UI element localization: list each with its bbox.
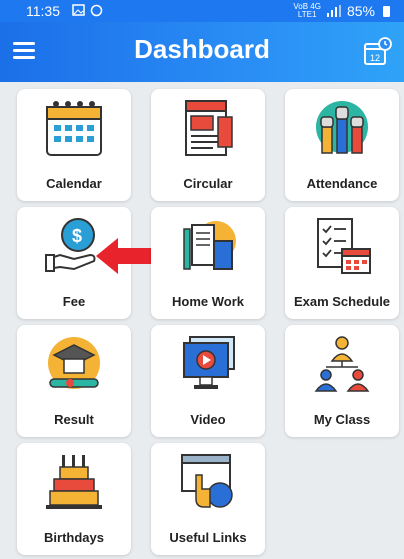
gallery-notification-icon <box>72 4 85 16</box>
tile-home-work[interactable]: Home Work <box>151 207 265 319</box>
useful-links-icon <box>181 454 233 508</box>
tile-label: Fee <box>62 294 86 309</box>
tile-label: Exam Schedule <box>293 294 391 309</box>
birthdays-icon <box>46 455 102 509</box>
tile-label: Birthdays <box>44 530 104 545</box>
battery-icon <box>383 5 390 17</box>
my-class-icon <box>314 336 370 392</box>
tile-label: Calendar <box>46 176 102 191</box>
tile-label: Useful Links <box>169 530 247 545</box>
homework-icon <box>183 221 236 270</box>
svg-text:$: $ <box>72 226 82 246</box>
circular-icon <box>185 100 233 156</box>
tile-label: My Class <box>313 412 371 427</box>
tile-video[interactable]: Video <box>151 325 265 437</box>
tile-label: Attendance <box>306 176 378 191</box>
tile-useful-links[interactable]: Useful Links <box>151 443 265 555</box>
tile-exam-schedule[interactable]: Exam Schedule <box>285 207 399 319</box>
tile-attendance[interactable]: Attendance <box>285 89 399 201</box>
red-annotation-arrow <box>96 238 154 274</box>
page-title: Dashboard <box>134 34 270 64</box>
network-indicator: VoB 4G LTE1 <box>293 2 321 19</box>
tile-calendar[interactable]: Calendar <box>17 89 131 201</box>
tile-label: Circular <box>183 176 233 191</box>
fee-icon: $ <box>45 218 96 272</box>
tile-result[interactable]: Result <box>17 325 131 437</box>
signal-icon <box>326 5 341 17</box>
tile-circular[interactable]: Circular <box>151 89 265 201</box>
whatsapp-notification-icon <box>90 4 103 17</box>
calendar-clock-icon[interactable]: 12 <box>362 36 392 68</box>
notification-icons <box>72 4 103 17</box>
attendance-icon <box>316 101 368 154</box>
exam-schedule-icon <box>317 218 371 274</box>
status-time: 11:35 <box>26 3 60 19</box>
calendar-icon <box>46 101 102 156</box>
result-icon <box>48 337 100 389</box>
tile-my-class[interactable]: My Class <box>285 325 399 437</box>
status-bar: 11:35 VoB 4G LTE1 85% <box>0 0 404 22</box>
battery-level: 85% <box>346 3 375 19</box>
app-header: Dashboard 12 <box>0 22 404 82</box>
tile-label: Video <box>190 412 226 427</box>
tile-label: Home Work <box>172 294 244 309</box>
tile-label: Result <box>54 412 94 427</box>
tile-birthdays[interactable]: Birthdays <box>17 443 131 555</box>
video-icon <box>183 336 235 389</box>
svg-text:12: 12 <box>370 53 380 63</box>
